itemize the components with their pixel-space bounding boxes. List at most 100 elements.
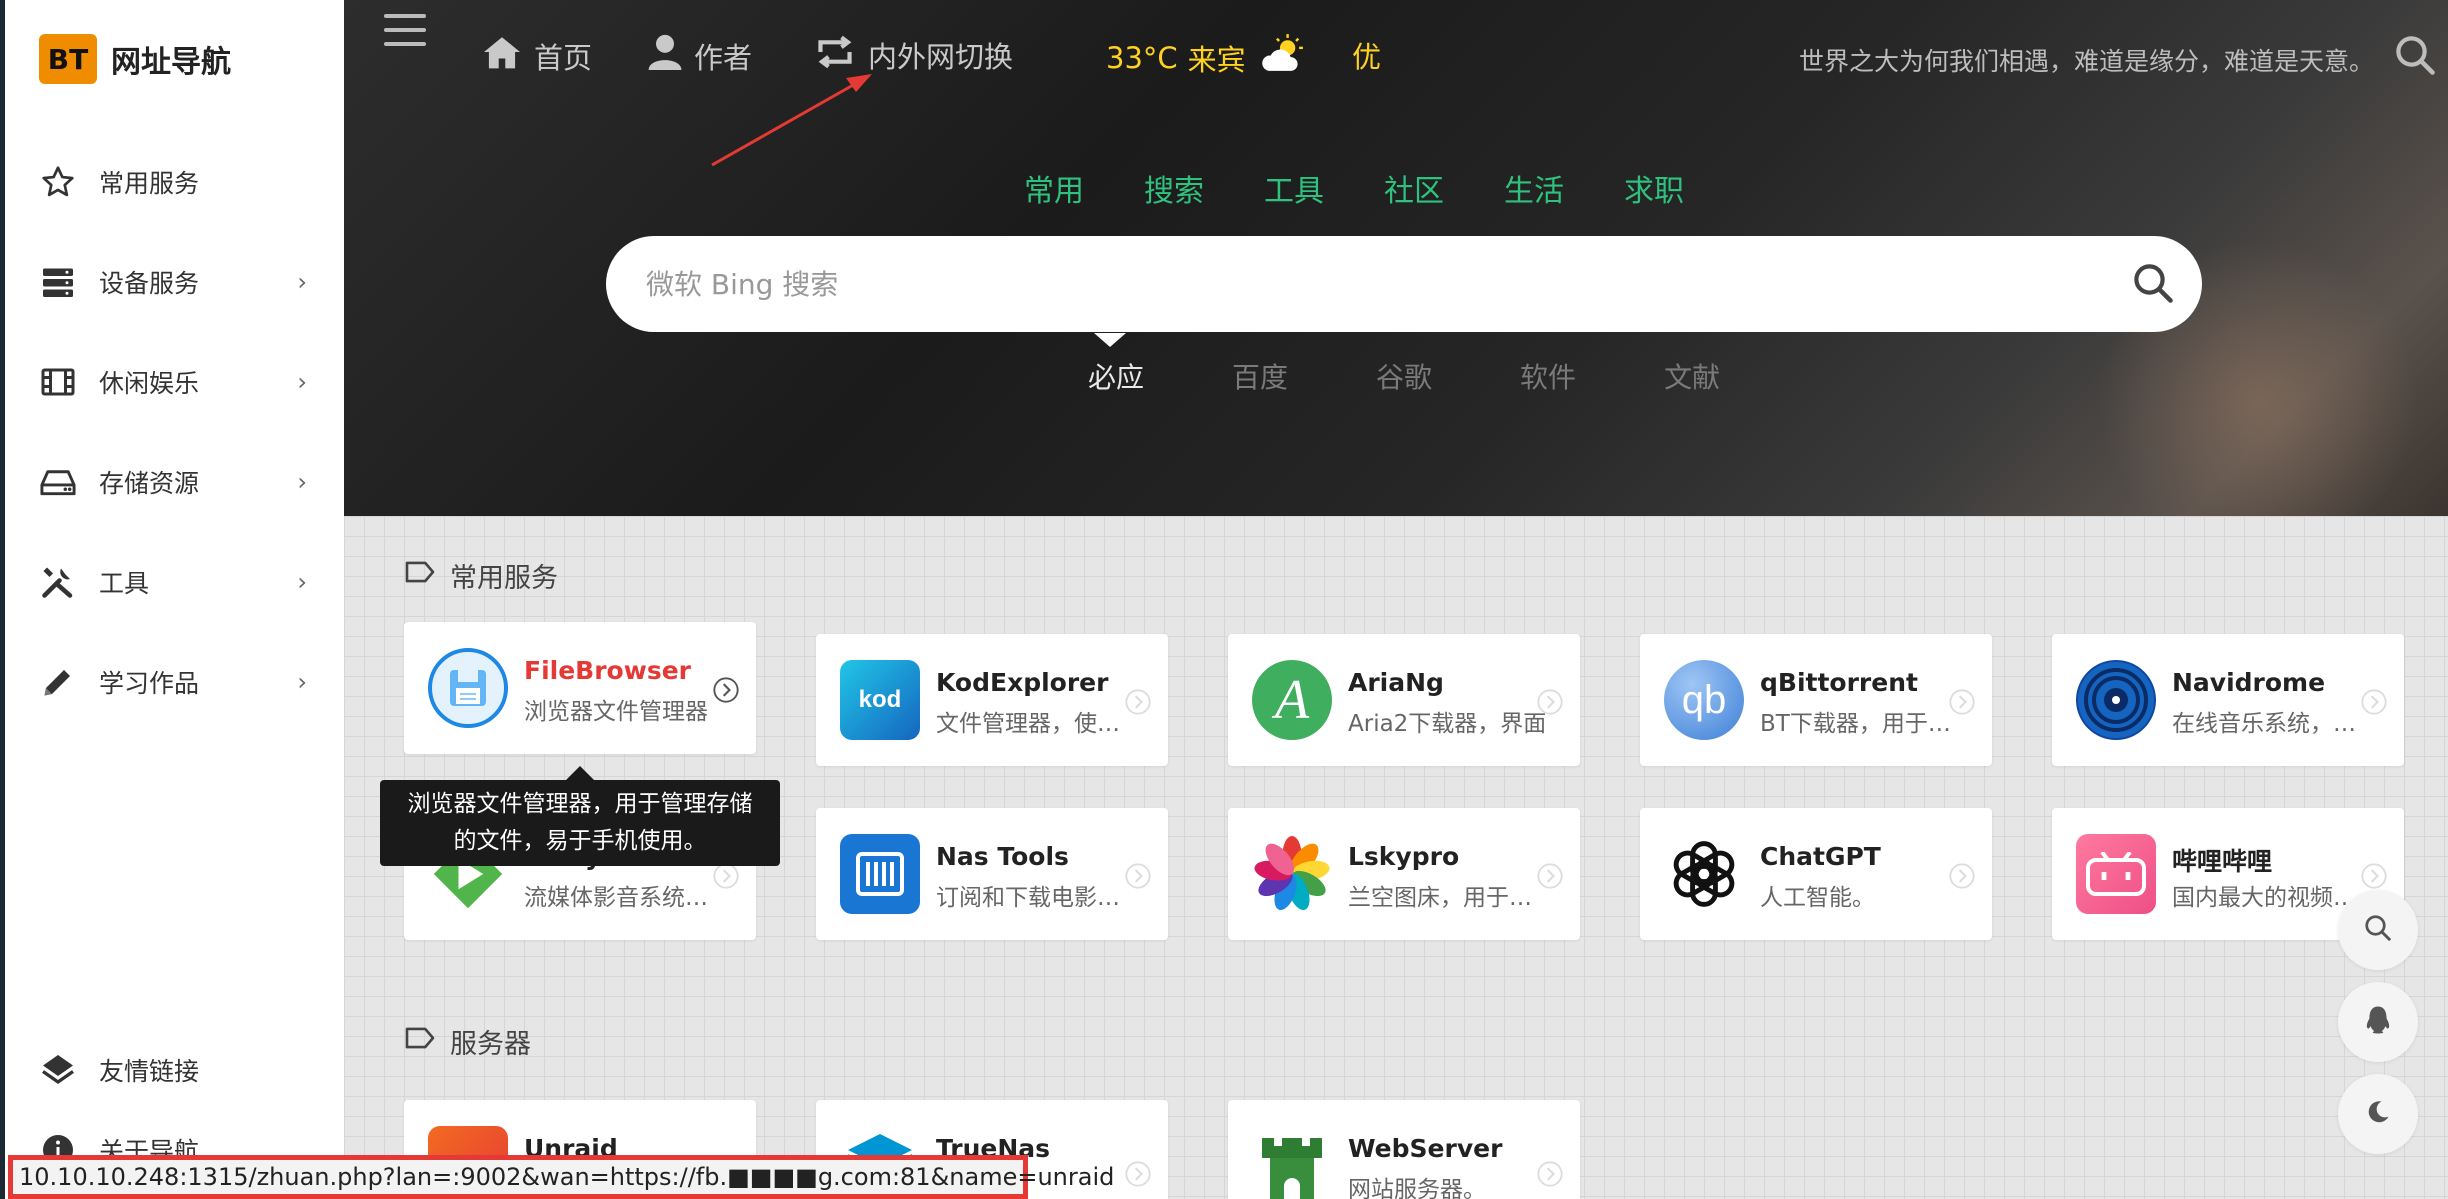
- logo[interactable]: BT 网址导航: [39, 34, 231, 84]
- float-theme-button[interactable]: [2338, 1074, 2418, 1154]
- floppy-disk-icon: [428, 648, 508, 728]
- service-card-nastools[interactable]: Nas Tools 订阅和下载电影资源: [816, 808, 1168, 940]
- sidebar-item-label: 学习作品: [99, 669, 200, 698]
- tooltip-line: 浏览器文件管理器，用于管理存储: [407, 791, 753, 817]
- tag-icon: [404, 1025, 436, 1058]
- film-icon: [37, 361, 79, 403]
- chevron-circle-right-icon[interactable]: [1536, 1160, 1564, 1192]
- chevron-circle-right-icon[interactable]: [712, 676, 740, 708]
- chevron-circle-right-icon[interactable]: [1124, 862, 1152, 894]
- sidebar-item-friend-links[interactable]: 友情链接: [37, 1040, 307, 1100]
- sidebar-item-common-services[interactable]: 常用服务: [37, 152, 307, 212]
- card-description: 文件管理器，使用方便: [936, 711, 1136, 737]
- weather-widget[interactable]: 33°C 来宾: [1106, 34, 1306, 81]
- category-tab[interactable]: 搜索: [1144, 166, 1204, 210]
- chevron-right-icon: ›: [297, 468, 307, 496]
- qb-icon: qb: [1664, 660, 1744, 740]
- chevron-circle-right-icon[interactable]: [1536, 688, 1564, 720]
- user-icon: [648, 34, 682, 77]
- menu-toggle-button[interactable]: [384, 14, 426, 50]
- card-title: Navidrome: [2172, 668, 2326, 697]
- service-card-filebrowser[interactable]: FileBrowser 浏览器文件管理器: [404, 622, 756, 754]
- service-card-webserver[interactable]: WebServer 网站服务器。: [1228, 1100, 1580, 1199]
- motto-text: 世界之大为何我们相遇，难道是缘分，难道是天意。: [1799, 47, 2375, 76]
- card-tooltip: 浏览器文件管理器，用于管理存储 的文件，易于手机使用。: [380, 766, 780, 866]
- category-tab[interactable]: 社区: [1384, 166, 1444, 210]
- search-icon[interactable]: [2394, 34, 2436, 80]
- openai-icon: [1664, 834, 1744, 914]
- chevron-circle-right-icon[interactable]: [1948, 688, 1976, 720]
- chevron-circle-right-icon[interactable]: [1536, 862, 1564, 894]
- float-search-button[interactable]: [2338, 890, 2418, 970]
- engine-indicator-caret: [1094, 333, 1126, 347]
- sidebar-item-storage[interactable]: 存储资源 ›: [37, 452, 307, 512]
- service-card-chatgpt[interactable]: ChatGPT 人工智能。: [1640, 808, 1992, 940]
- nav-author-label: 作者: [694, 40, 753, 75]
- chevron-circle-right-icon[interactable]: [1124, 1160, 1152, 1192]
- castle-icon: [1252, 1126, 1332, 1199]
- engine-tab-google[interactable]: 谷歌: [1376, 356, 1432, 396]
- card-description: 人工智能。: [1760, 885, 1875, 911]
- hero-header: 首页 作者 内外网切换 33°C 来宾 优 世界之大为何我们相遇，难道是缘分，难…: [344, 0, 2448, 516]
- category-tab[interactable]: 常用: [1024, 166, 1084, 210]
- card-title: AriaNg: [1348, 668, 1444, 697]
- aria-icon: A: [1252, 660, 1332, 740]
- sidebar-item-device-services[interactable]: 设备服务 ›: [37, 252, 307, 312]
- weather-temp: 33°C: [1106, 40, 1178, 75]
- sidebar-item-label: 存储资源: [99, 469, 200, 498]
- weather-city: 来宾: [1187, 42, 1246, 77]
- service-card-navidrome[interactable]: Navidrome 在线音乐系统，支持: [2052, 634, 2404, 766]
- chevron-circle-right-icon[interactable]: [1124, 688, 1152, 720]
- moon-icon: [2364, 1098, 2392, 1130]
- card-description: 在线音乐系统，支持: [2172, 711, 2372, 737]
- partly-cloudy-icon: [1260, 34, 1306, 81]
- links-icon: [37, 1049, 79, 1091]
- chevron-circle-right-icon[interactable]: [712, 862, 740, 894]
- browser-status-url: 10.10.10.248:1315/zhuan.php?lan=:9002&wa…: [8, 1155, 1114, 1199]
- card-title: WebServer: [1348, 1134, 1503, 1163]
- card-description: 订阅和下载电影资源: [936, 885, 1136, 911]
- category-tab[interactable]: 生活: [1504, 166, 1564, 210]
- sidebar-item-tools[interactable]: 工具 ›: [37, 552, 307, 612]
- engine-tab-bing[interactable]: 必应: [1088, 356, 1144, 396]
- section-title-label: 服务器: [450, 1029, 531, 1060]
- card-description: 流媒体影音系统，支持: [524, 885, 724, 911]
- vinyl-icon: [2076, 660, 2156, 740]
- sidebar-item-learning[interactable]: 学习作品 ›: [37, 652, 307, 712]
- tooltip-line: 的文件，易于手机使用。: [453, 828, 707, 854]
- search-engine-tabs: 必应 百度 谷歌 软件 文献: [1088, 356, 1808, 396]
- engine-tab-software[interactable]: 软件: [1520, 356, 1576, 396]
- sidebar-item-label: 休闲娱乐: [99, 369, 200, 398]
- logo-title: 网址导航: [111, 45, 231, 80]
- chevron-circle-right-icon[interactable]: [1948, 862, 1976, 894]
- sidebar-item-leisure[interactable]: 休闲娱乐 ›: [37, 352, 307, 412]
- card-title: KodExplorer: [936, 668, 1109, 697]
- bilibili-icon: [2076, 834, 2156, 914]
- pinwheel-icon: [1252, 834, 1332, 914]
- service-card-qbittorrent[interactable]: qb qBittorrent BT下载器，用于下载: [1640, 634, 1992, 766]
- category-tab[interactable]: 工具: [1264, 166, 1324, 210]
- logo-badge: BT: [39, 34, 97, 84]
- search-box: [606, 236, 2202, 332]
- service-card-lskypro[interactable]: Lskypro 兰空图床，用于存储: [1228, 808, 1580, 940]
- search-icon: [2363, 913, 2393, 947]
- sidebar-item-label: 工具: [99, 569, 150, 598]
- search-input[interactable]: [646, 267, 2046, 301]
- engine-tab-baidu[interactable]: 百度: [1232, 356, 1288, 396]
- nav-network-switch-link[interactable]: 内外网切换: [814, 34, 1013, 76]
- harddrive-icon: [37, 461, 79, 503]
- tag-icon: [404, 559, 436, 592]
- category-tab[interactable]: 求职: [1624, 166, 1684, 210]
- chevron-right-icon: ›: [297, 668, 307, 696]
- qq-penguin-icon: [2363, 1004, 2393, 1040]
- nav-home-link[interactable]: 首页: [482, 34, 592, 77]
- service-card-kodexplorer[interactable]: kod KodExplorer 文件管理器，使用方便: [816, 634, 1168, 766]
- section-title-label: 常用服务: [450, 563, 558, 594]
- engine-tab-literature[interactable]: 文献: [1664, 356, 1720, 396]
- service-card-ariang[interactable]: A AriaNg Aria2下载器，界面: [1228, 634, 1580, 766]
- card-description: 兰空图床，用于存储: [1348, 885, 1548, 911]
- nav-author-link[interactable]: 作者: [648, 34, 752, 77]
- chevron-circle-right-icon[interactable]: [2360, 688, 2388, 720]
- search-submit-icon[interactable]: [2132, 262, 2174, 308]
- float-qq-button[interactable]: [2338, 982, 2418, 1062]
